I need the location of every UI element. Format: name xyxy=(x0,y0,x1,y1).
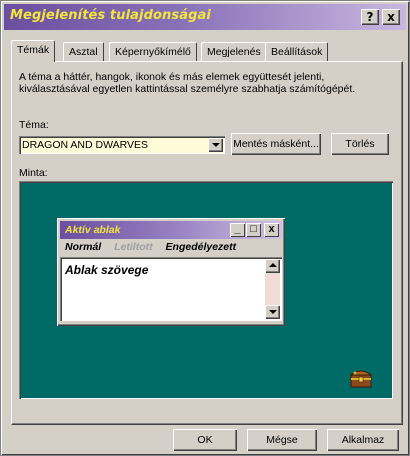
save-as-button[interactable]: Mentés másként... xyxy=(231,133,321,155)
theme-label: Téma: xyxy=(19,119,49,131)
preview-menu-enabled: Engedélyezett xyxy=(165,241,237,253)
dialog-title: Megjelenítés tulajdonságai xyxy=(10,8,211,23)
preview-title-bar: Aktív ablak _ □ x xyxy=(60,221,282,239)
preview-window-text: Ablak szövege xyxy=(65,263,149,277)
tab-themes[interactable]: Témák xyxy=(11,40,56,62)
preview-menu-disabled: Letiltott xyxy=(114,241,153,253)
maximize-icon: □ xyxy=(246,223,261,237)
cancel-button[interactable]: Mégse xyxy=(247,429,317,451)
help-button[interactable]: ? xyxy=(361,9,379,25)
arrow-up-icon xyxy=(269,263,277,267)
tab-desktop[interactable]: Asztal xyxy=(63,42,104,61)
preview-active-window: Aktív ablak _ □ x Normál Letiltott Enged… xyxy=(57,218,285,326)
theme-preview: Aktív ablak _ □ x Normál Letiltott Enged… xyxy=(19,181,393,399)
delete-button[interactable]: Törlés xyxy=(331,133,389,155)
theme-select-value: DRAGON AND DWARVES xyxy=(22,139,149,151)
scroll-down-button xyxy=(265,305,280,319)
tab-settings[interactable]: Beállítások xyxy=(265,42,329,61)
close-icon: x xyxy=(264,223,279,237)
preview-label: Minta: xyxy=(19,167,48,179)
chevron-down-icon xyxy=(212,143,220,147)
apply-button[interactable]: Alkalmaz xyxy=(327,429,399,451)
tab-appearance[interactable]: Megjelenés xyxy=(201,42,267,61)
dropdown-button[interactable] xyxy=(208,138,223,152)
scroll-up-button xyxy=(265,259,280,273)
preview-window-title: Aktív ablak xyxy=(65,224,121,236)
treasure-chest-icon xyxy=(349,370,373,388)
ok-button[interactable]: OK xyxy=(173,429,237,451)
preview-text-area: Ablak szövege xyxy=(60,257,282,321)
minimize-icon: _ xyxy=(230,223,245,237)
close-button[interactable]: x xyxy=(382,9,400,25)
arrow-down-icon xyxy=(269,310,277,314)
preview-menu-bar: Normál Letiltott Engedélyezett xyxy=(65,241,246,253)
preview-scrollbar xyxy=(265,259,280,319)
tab-screensaver[interactable]: Képernyőkímélő xyxy=(109,42,197,61)
theme-select[interactable]: DRAGON AND DWARVES xyxy=(19,136,225,154)
display-properties-dialog: Megjelenítés tulajdonságai ? x Témák Asz… xyxy=(0,0,410,456)
theme-description: A téma a háttér, hangok, ikonok és más e… xyxy=(19,71,356,95)
preview-menu-normal: Normál xyxy=(65,241,102,253)
title-bar[interactable]: Megjelenítés tulajdonságai ? x xyxy=(4,4,406,30)
